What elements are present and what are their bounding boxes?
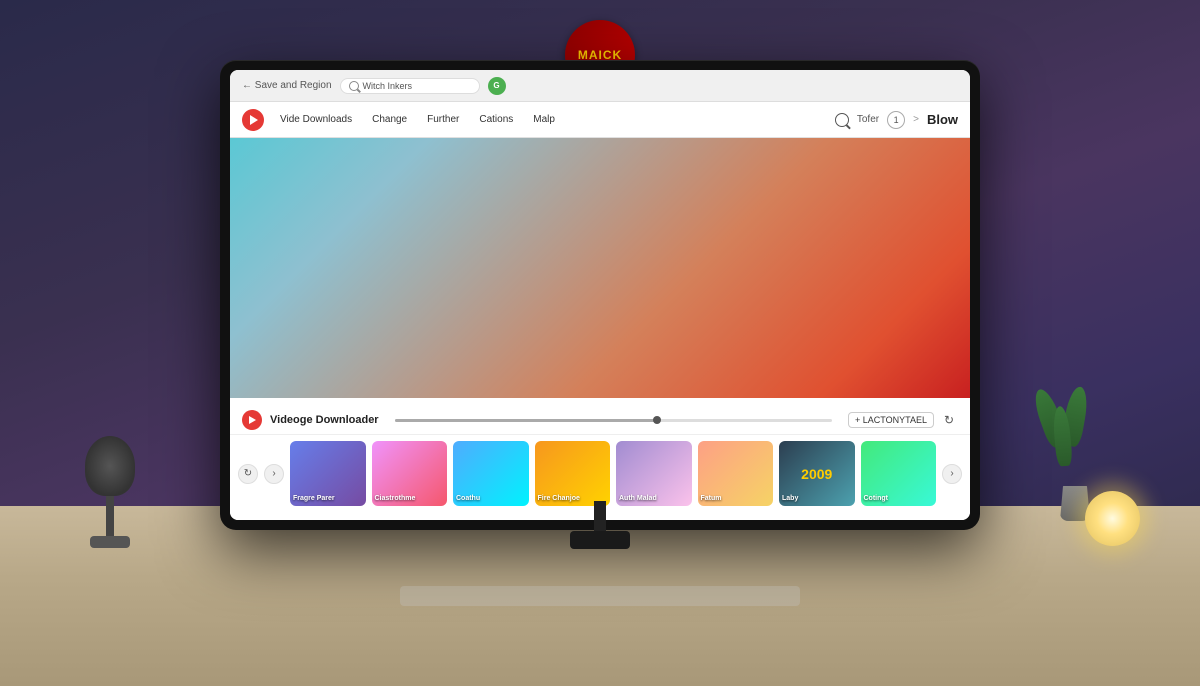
progress-slider[interactable] bbox=[395, 419, 832, 422]
avatar-initial: G bbox=[493, 81, 499, 90]
stand-neck bbox=[594, 501, 606, 531]
thumb-label-1: Fragre Parer bbox=[293, 495, 363, 503]
monitor-stand bbox=[570, 501, 630, 551]
ambient-light bbox=[1085, 491, 1140, 546]
monitor: ← Save and Region Witch Inkers G Vide Do… bbox=[220, 60, 980, 530]
downloader-row: Videoge Downloader + LACTONYTAEL ↻ bbox=[230, 406, 970, 435]
thumbnail-4[interactable]: Fire Chanjoe bbox=[535, 441, 611, 506]
breadcrumb-separator: > bbox=[913, 114, 919, 125]
logo-button[interactable] bbox=[242, 109, 264, 131]
badge-number: 1 bbox=[894, 115, 899, 125]
lamp-head bbox=[85, 436, 135, 496]
search-text: Witch Inkers bbox=[363, 81, 413, 91]
downloader-actions: + LACTONYTAEL ↻ bbox=[848, 411, 958, 429]
nav-link-change[interactable]: Change bbox=[364, 114, 415, 125]
thumb-nav-prev[interactable]: ↻ bbox=[238, 464, 258, 484]
thumbnail-6[interactable]: Fatum bbox=[698, 441, 774, 506]
nav-link-malp[interactable]: Malp bbox=[525, 114, 563, 125]
refresh-icon-btn[interactable]: ↻ bbox=[940, 411, 958, 429]
top-search-bar[interactable]: Witch Inkers bbox=[340, 78, 480, 94]
plant-leaves bbox=[1050, 386, 1090, 486]
navigation-bar: Vide Downloads Change Further Cations Ma… bbox=[230, 102, 970, 138]
lamp-body bbox=[106, 496, 114, 536]
thumbnail-8[interactable]: Cotingt bbox=[861, 441, 937, 506]
user-avatar[interactable]: G bbox=[488, 77, 506, 95]
thumb-label-6: Fatum bbox=[701, 495, 771, 503]
nav-number-badge: 1 bbox=[887, 111, 905, 129]
monitor-frame: ← Save and Region Witch Inkers G Vide Do… bbox=[220, 60, 980, 530]
stand-base bbox=[570, 531, 630, 549]
nav-link-cations[interactable]: Cations bbox=[471, 114, 521, 125]
thumbnail-1[interactable]: Fragre Parer bbox=[290, 441, 366, 506]
back-button[interactable]: ← Save and Region bbox=[242, 80, 332, 91]
thumbnail-7[interactable]: 2009 Laby bbox=[779, 441, 855, 506]
decorative-lamp bbox=[80, 436, 140, 556]
downloader-logo bbox=[242, 410, 262, 430]
thumb-label-3: Coathu bbox=[456, 495, 526, 503]
lamp-base bbox=[90, 536, 130, 548]
monitor-screen: ← Save and Region Witch Inkers G Vide Do… bbox=[230, 70, 970, 520]
nav-search-icon[interactable] bbox=[835, 113, 849, 127]
search-icon bbox=[349, 81, 359, 91]
logo-play-icon bbox=[250, 115, 258, 125]
slider-fill bbox=[395, 419, 657, 422]
thumb-label-8: Cotingt bbox=[864, 495, 934, 503]
thumb-label-7: Laby bbox=[782, 495, 852, 503]
thumbnail-5[interactable]: Auth Malad bbox=[616, 441, 692, 506]
breadcrumb-current: Blow bbox=[927, 112, 958, 127]
downloader-title: Videoge Downloader bbox=[270, 414, 379, 426]
keyboard bbox=[400, 586, 800, 606]
thumb-nav-next[interactable]: › bbox=[264, 464, 284, 484]
thumb-label-2: Ciastrothme bbox=[375, 495, 445, 503]
nav-tofer-label: Tofer bbox=[857, 114, 879, 125]
action-button[interactable]: + LACTONYTAEL bbox=[848, 412, 934, 428]
slider-thumb[interactable] bbox=[653, 416, 661, 424]
hero-area bbox=[230, 138, 970, 398]
downloader-play-icon bbox=[249, 416, 256, 424]
nav-link-downloads[interactable]: Vide Downloads bbox=[272, 114, 360, 125]
thumb-year-text: 2009 bbox=[801, 466, 832, 482]
nav-link-further[interactable]: Further bbox=[419, 114, 467, 125]
nav-right-section: Tofer 1 > Blow bbox=[835, 111, 958, 129]
thumbnail-3[interactable]: Coathu bbox=[453, 441, 529, 506]
screen-content: ← Save and Region Witch Inkers G Vide Do… bbox=[230, 70, 970, 520]
thumbnail-2[interactable]: Ciastrothme bbox=[372, 441, 448, 506]
thumb-nav-right[interactable]: › bbox=[942, 464, 962, 484]
address-bar: ← Save and Region Witch Inkers G bbox=[230, 70, 970, 102]
